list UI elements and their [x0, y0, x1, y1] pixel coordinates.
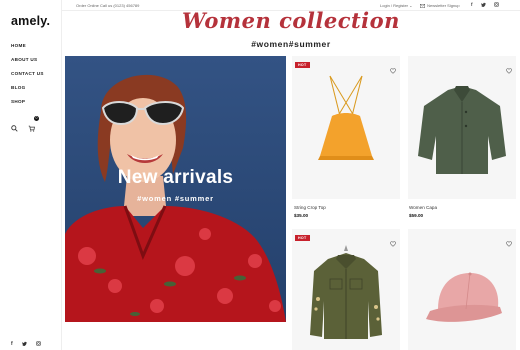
cart-button[interactable]: 0: [28, 116, 39, 137]
sidebar-social: f: [11, 341, 41, 348]
wishlist-heart-icon[interactable]: [506, 61, 512, 79]
hot-badge: HOT: [295, 62, 310, 68]
mail-icon: [420, 3, 425, 8]
twitter-icon[interactable]: [21, 341, 27, 348]
instagram-icon[interactable]: [35, 341, 41, 348]
hero-model-image: [65, 56, 286, 322]
facebook-icon[interactable]: f: [11, 341, 13, 348]
main-nav: HOME ABOUT US CONTACT US BLOG SHOP: [11, 42, 44, 112]
product-card[interactable]: HOT: [292, 56, 400, 199]
hot-badge: HOT: [295, 235, 310, 241]
product-price: $59.00: [409, 213, 424, 218]
product-card[interactable]: [408, 56, 516, 199]
hero-tags: #women #summer: [137, 194, 214, 203]
product-image: [418, 86, 506, 174]
nav-item-contact-us[interactable]: CONTACT US: [11, 70, 44, 84]
product-image: [310, 245, 382, 339]
sidebar: amely. HOME ABOUT US CONTACT US BLOG SHO…: [0, 0, 62, 350]
product-card[interactable]: HOT: [292, 229, 400, 350]
cart-count-badge: 0: [34, 116, 39, 121]
hero-title: New arrivals: [117, 167, 234, 188]
nav-item-home[interactable]: HOME: [11, 42, 44, 56]
nav-item-shop[interactable]: SHOP: [11, 98, 44, 112]
sidebar-actions: 0: [11, 116, 39, 137]
search-icon[interactable]: [11, 119, 18, 137]
product-image: [426, 272, 502, 322]
wishlist-heart-icon[interactable]: [506, 234, 512, 252]
product-card[interactable]: [408, 229, 516, 350]
product-price: $35.00: [294, 213, 309, 218]
product-image: [318, 75, 374, 160]
nav-item-blog[interactable]: BLOG: [11, 84, 44, 98]
cart-icon: [28, 125, 35, 132]
collection-title: Women collection: [182, 8, 400, 33]
brand-logo[interactable]: amely.: [11, 14, 50, 28]
hashtag-title: #women#summer: [251, 39, 331, 49]
product-name[interactable]: String Crop Top: [294, 205, 326, 210]
wishlist-heart-icon[interactable]: [390, 234, 396, 252]
hero-banner[interactable]: New arrivals #women #summer: [65, 56, 286, 322]
product-name[interactable]: Women Capa: [409, 205, 437, 210]
nav-item-about-us[interactable]: ABOUT US: [11, 56, 44, 70]
wishlist-heart-icon[interactable]: [390, 61, 396, 79]
